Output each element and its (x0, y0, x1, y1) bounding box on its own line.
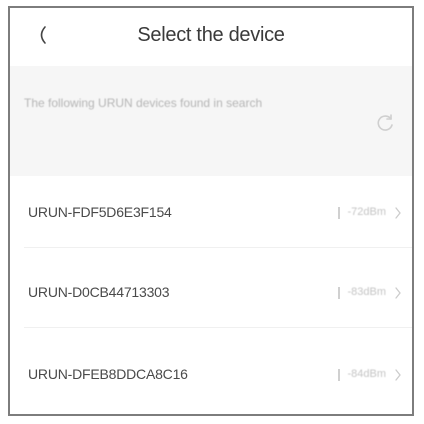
device-signal-strength: -83dBm (347, 286, 386, 298)
device-name: URUN-DFEB8DDCA8C16 (28, 366, 188, 382)
page-title: Select the device (137, 24, 285, 46)
device-signal-strength: -72dBm (347, 206, 386, 218)
device-signal-strength: -84dBm (347, 368, 386, 380)
device-name: URUN-FDF5D6E3F154 (28, 204, 172, 220)
chevron-right-icon (394, 286, 402, 300)
refresh-icon[interactable] (372, 110, 398, 136)
signal-icon (336, 368, 342, 382)
device-name: URUN-D0CB44713303 (28, 284, 170, 300)
bottom-spacer (10, 400, 412, 414)
search-notice-panel: The following URUN devices found in sear… (10, 66, 412, 176)
search-notice-text: The following URUN devices found in sear… (24, 96, 263, 110)
device-row[interactable]: URUN-D0CB44713303 -83dBm (10, 256, 412, 328)
header-bar: Select the device (10, 8, 412, 66)
device-list: URUN-FDF5D6E3F154 -72dBm URUN-D0CB447133… (10, 176, 412, 410)
signal-icon (336, 286, 342, 300)
signal-icon (336, 206, 342, 220)
device-select-screen: Select the device The following URUN dev… (8, 6, 414, 416)
device-row[interactable]: URUN-FDF5D6E3F154 -72dBm (10, 176, 412, 248)
chevron-right-icon (394, 206, 402, 220)
chevron-right-icon (394, 368, 402, 382)
